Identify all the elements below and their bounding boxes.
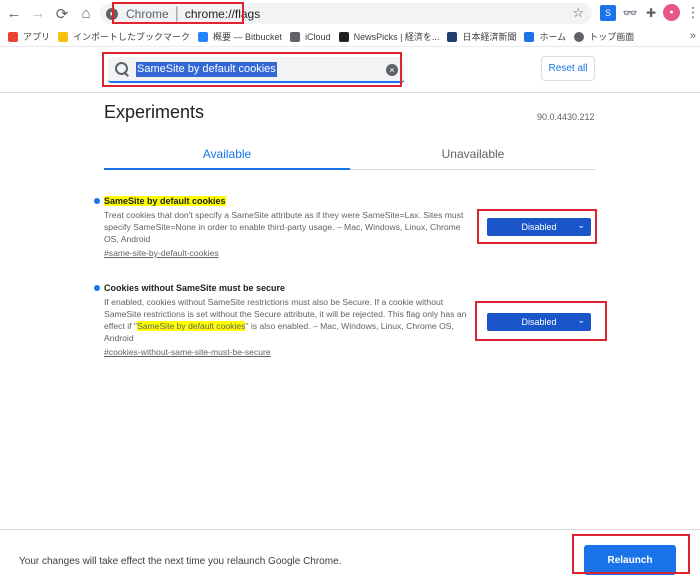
search-value[interactable]: SameSite by default cookies: [136, 61, 277, 77]
extensions-puzzle-icon[interactable]: ✚: [643, 5, 659, 21]
extension-s-icon[interactable]: S: [600, 5, 616, 21]
nikkei-icon: [447, 31, 458, 42]
flags-tabs: Available Unavailable: [104, 138, 596, 170]
bookmark-label: 概要 — Bitbucket: [213, 32, 283, 42]
bookmark-item[interactable]: iCloud: [290, 31, 331, 42]
experiment-description: If enabled, cookies without SameSite res…: [104, 297, 467, 343]
bookmark-item[interactable]: インポートしたブックマーク: [58, 30, 190, 43]
experiment-permalink[interactable]: #cookies-without-same-site-must-be-secur…: [104, 346, 494, 358]
select-value: Disabled: [521, 317, 557, 327]
tab-available[interactable]: Available: [104, 138, 350, 170]
bookmark-label: トップ画面: [589, 32, 635, 42]
back-arrow-icon[interactable]: ←: [4, 4, 24, 24]
url-text[interactable]: chrome://flags: [185, 7, 260, 21]
globe-icon: [574, 31, 585, 42]
home-icon[interactable]: ⌂: [76, 4, 96, 24]
relaunch-message: Your changes will take effect the next t…: [19, 556, 342, 567]
bookmarks-bar: アプリ インポートしたブックマーク 概要 — Bitbucket iCloud …: [0, 27, 700, 47]
experiment-dot-icon: [94, 285, 100, 291]
profile-avatar[interactable]: ●: [663, 4, 680, 21]
browser-toolbar: ← → ⟳ ⌂ ● Chrome | chrome://flags ☆ S 👓 …: [0, 0, 700, 27]
extension-glasses-icon[interactable]: 👓: [622, 5, 638, 21]
experiment-permalink[interactable]: #same-site-by-default-cookies: [104, 247, 494, 259]
page-title: Experiments: [104, 102, 205, 122]
bookmark-item[interactable]: NewsPicks | 経済を...: [338, 30, 440, 43]
search-icon: [114, 61, 130, 77]
bookmark-item[interactable]: 日本経済新聞: [447, 30, 516, 43]
relaunch-button[interactable]: Relaunch: [584, 545, 676, 575]
bitbucket-icon: [198, 31, 209, 42]
bookmark-item[interactable]: ホーム: [524, 30, 566, 43]
clear-search-icon[interactable]: ×: [386, 64, 398, 76]
reset-all-button[interactable]: Reset all: [541, 56, 595, 81]
select-value: Disabled: [521, 222, 557, 232]
bookmark-label: ホーム: [539, 32, 567, 42]
apple-icon: [290, 31, 301, 42]
version-label: 90.0.4430.212: [537, 112, 595, 122]
chevron-down-icon: ⌄: [577, 220, 585, 230]
site-label: Chrome: [126, 6, 169, 21]
experiment-title: SameSite by default cookies: [104, 196, 226, 206]
experiment-samesite-secure: Cookies without SameSite must be secure …: [94, 282, 494, 358]
experiment-description: Treat cookies that don't specify a SameS…: [104, 210, 464, 244]
experiment-select[interactable]: Disabled ⌄: [487, 218, 591, 236]
bookmark-item[interactable]: アプリ: [8, 30, 50, 43]
bookmark-label: NewsPicks | 経済を...: [353, 32, 440, 42]
bookmark-item[interactable]: 概要 — Bitbucket: [198, 30, 282, 43]
reload-icon[interactable]: ⟳: [52, 4, 72, 24]
flags-search-input[interactable]: SameSite by default cookies ×: [108, 57, 404, 83]
experiment-title: Cookies without SameSite must be secure: [104, 283, 286, 293]
site-info-icon[interactable]: ●: [106, 7, 118, 20]
forward-arrow-icon[interactable]: →: [28, 4, 48, 24]
newspicks-icon: [338, 31, 349, 42]
experiment-dot-icon: [94, 198, 100, 204]
menu-kebab-icon[interactable]: ⋮: [686, 4, 700, 21]
bookmark-label: 日本経済新聞: [462, 32, 517, 42]
bookmark-star-icon[interactable]: ☆: [572, 5, 584, 21]
tab-unavailable[interactable]: Unavailable: [350, 138, 596, 169]
chevron-down-icon: ⌄: [577, 315, 585, 325]
bookmark-label: iCloud: [305, 31, 331, 42]
experiment-samesite-default: SameSite by default cookies Treat cookie…: [94, 195, 494, 259]
experiment-select[interactable]: Disabled ⌄: [487, 313, 591, 331]
address-bar[interactable]: ● Chrome | chrome://flags ☆: [100, 3, 592, 24]
more-bookmarks-icon[interactable]: »: [690, 30, 696, 42]
home-icon: [524, 31, 535, 42]
folder-icon: [58, 31, 69, 42]
bookmark-label: インポートしたブックマーク: [73, 32, 191, 42]
omnibox-separator: |: [174, 4, 179, 22]
flags-header: SameSite by default cookies × Reset all: [0, 47, 700, 93]
bookmark-item[interactable]: トップ画面: [574, 30, 634, 43]
apps-grid-icon: [8, 31, 18, 42]
bookmark-label: アプリ: [23, 32, 51, 42]
